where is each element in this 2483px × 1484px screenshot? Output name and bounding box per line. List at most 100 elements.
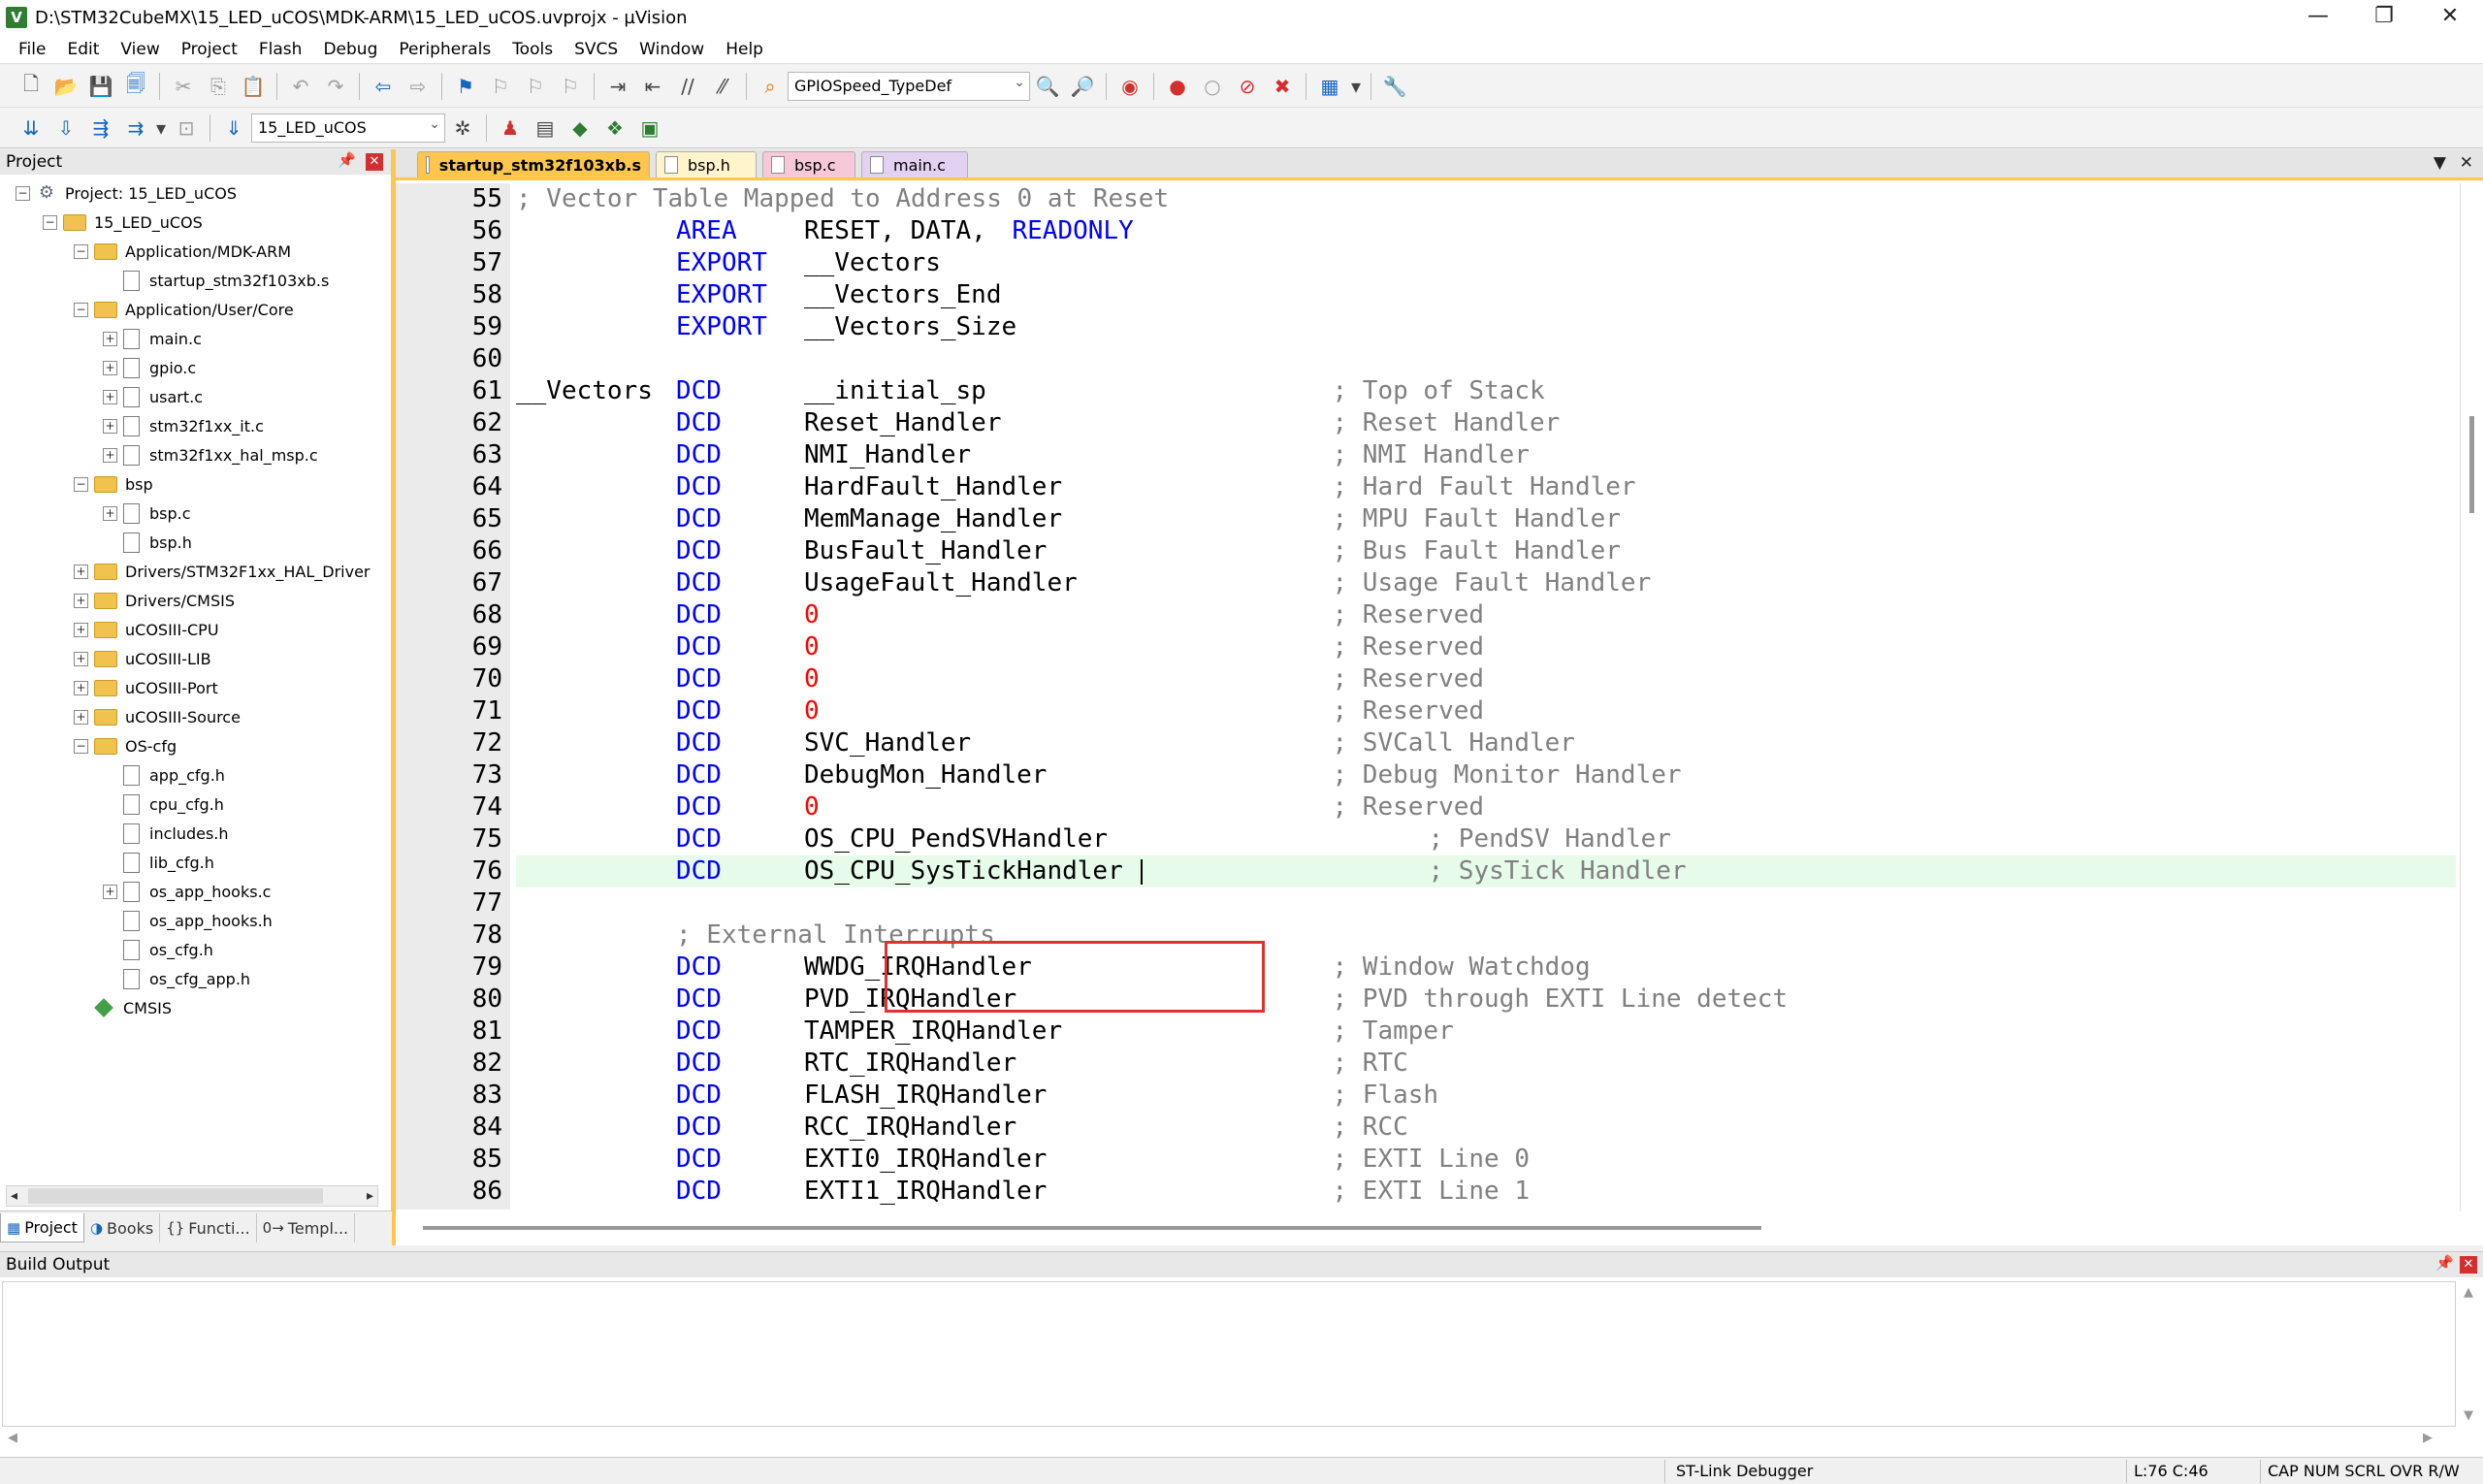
copy-icon[interactable]: ⎘ — [203, 71, 234, 102]
open-file-icon[interactable]: 📂 — [50, 71, 81, 102]
start-debug-icon[interactable]: ◉ — [1114, 71, 1145, 102]
expand-icon[interactable]: + — [103, 389, 117, 404]
tree-item[interactable]: − Application/User/Core — [74, 295, 294, 324]
expand-icon[interactable]: + — [74, 680, 88, 695]
code-line[interactable]: 67 DCD UsageFault_Handler ; Usage Fault Han… — [396, 567, 2456, 599]
editor-horizontal-scrollbar[interactable] — [423, 1222, 2450, 1234]
minimize-button[interactable]: — — [2285, 0, 2351, 35]
scroll-down-icon[interactable]: ▼ — [2464, 1408, 2473, 1423]
menu-tools[interactable]: Tools — [501, 40, 564, 59]
code-line[interactable]: 81 DCD TAMPER_IRQHandler ; Tamper — [396, 1016, 2456, 1048]
code-area[interactable]: 55 ; Vector Table Mapped to Address 0 at … — [396, 183, 2456, 1210]
tree-item[interactable]: + gpio.c — [103, 353, 196, 382]
download-icon[interactable]: ⇓ — [218, 113, 249, 144]
build-output-horizontal-scrollbar[interactable]: ◀ ▶ — [2, 1429, 2456, 1448]
collapse-icon[interactable]: − — [74, 243, 88, 259]
code-line[interactable]: 58 EXPORT __Vectors_End — [396, 279, 2456, 311]
tab-bsp-c[interactable]: bsp.c — [762, 151, 855, 177]
scroll-left-icon[interactable]: ◀ — [8, 1431, 17, 1445]
manage-project-items-icon[interactable]: ▤ — [530, 113, 561, 144]
build-output-vertical-scrollbar[interactable]: ▲ ▼ — [2458, 1281, 2481, 1427]
kill-all-breakpoints-icon[interactable]: ✖ — [1267, 71, 1298, 102]
code-line[interactable]: 80 DCD PVD_IRQHandler; PVD through EXTI Li… — [396, 984, 2456, 1016]
target-combo[interactable]: 15_LED_uCOS ⌄ — [251, 113, 445, 143]
unindent-icon[interactable]: ⇤ — [637, 71, 668, 102]
find-combo[interactable]: GPIOSpeed_TypeDef ⌄ — [788, 71, 1030, 101]
find-in-files-icon[interactable]: ⌕ — [755, 71, 786, 102]
stop-build-icon[interactable]: ⊡ — [171, 113, 202, 144]
code-line[interactable]: 69 DCD 0 ; Reserved — [396, 631, 2456, 663]
tab-main-c[interactable]: main.c — [861, 151, 968, 177]
undo-icon[interactable]: ↶ — [285, 71, 316, 102]
enable-breakpoint-icon[interactable]: ○ — [1197, 71, 1228, 102]
scrollbar-thumb[interactable] — [28, 1188, 323, 1204]
uncomment-icon[interactable]: ⁄⁄ — [707, 71, 738, 102]
code-line[interactable]: 77 — [396, 887, 2456, 919]
select-packs-icon[interactable]: ❖ — [599, 113, 630, 144]
close-window-button[interactable]: ✕ — [2417, 0, 2483, 35]
expand-icon[interactable]: + — [103, 447, 117, 463]
tab-books[interactable]: ◑ Books — [84, 1213, 161, 1242]
scroll-right-icon[interactable]: ▸ — [367, 1186, 373, 1206]
tree-item[interactable]: CMSIS — [74, 993, 172, 1022]
editor-vertical-scrollbar[interactable] — [2460, 183, 2483, 1211]
build-icon[interactable]: ⇩ — [50, 113, 81, 144]
code-line[interactable]: 84 DCD RCC_IRQHandler ; RCC — [396, 1112, 2456, 1144]
code-line[interactable]: 62 DCD Reset_Handler ; Reset Handler — [396, 407, 2456, 439]
tree-item[interactable]: os_app_hooks.h — [103, 906, 273, 935]
tab-startup-stm32f103xb-s[interactable]: startup_stm32f103xb.s — [417, 151, 650, 177]
code-line[interactable]: 55 ; Vector Table Mapped to Address 0 at … — [396, 183, 2456, 215]
code-line[interactable]: 71 DCD 0 ; Reserved — [396, 695, 2456, 727]
tree-item[interactable]: − 15_LED_uCOS — [43, 208, 203, 237]
code-line[interactable]: 65 DCD MemManage_Handler ; MPU Fault Handle… — [396, 503, 2456, 535]
code-line[interactable]: 57 EXPORT __Vectors — [396, 247, 2456, 279]
tab-bsp-h[interactable]: bsp.h — [656, 151, 757, 177]
collapse-icon[interactable]: − — [74, 302, 88, 317]
menu-debug[interactable]: Debug — [312, 40, 388, 59]
code-line[interactable]: 63 DCD NMI_Handler ; NMI Handler — [396, 439, 2456, 471]
chevron-down-icon[interactable]: ▾ — [1349, 71, 1363, 102]
tree-item[interactable]: + usart.c — [103, 382, 203, 411]
scrollbar-thumb[interactable] — [2469, 416, 2474, 513]
tab-project[interactable]: ▦ Project — [0, 1213, 84, 1242]
menu-svcs[interactable]: SVCS — [564, 40, 629, 59]
expand-icon[interactable]: + — [103, 360, 117, 375]
build-output-text[interactable] — [2, 1281, 2456, 1427]
expand-icon[interactable]: + — [74, 622, 88, 637]
tree-item[interactable]: + bsp.c — [103, 499, 191, 528]
paste-icon[interactable]: 📋 — [238, 71, 269, 102]
bookmark-prev-icon[interactable]: ⚐ — [485, 71, 516, 102]
chevron-down-icon[interactable]: ▾ — [155, 113, 167, 144]
scroll-up-icon[interactable]: ▲ — [2464, 1285, 2473, 1300]
close-icon[interactable]: ✕ — [2460, 1256, 2477, 1274]
tab-templates[interactable]: 0→ Templ... — [257, 1213, 356, 1242]
code-line[interactable]: 61 __Vectors DCD __initial_sp ; Top of Stack — [396, 375, 2456, 407]
find-icon[interactable]: 🔍 — [1032, 71, 1063, 102]
code-line[interactable]: 68 DCD 0 ; Reserved — [396, 599, 2456, 631]
collapse-icon[interactable]: − — [43, 214, 57, 230]
tree-item[interactable]: cpu_cfg.h — [103, 790, 224, 819]
code-line[interactable]: 78 ; External Interrupts — [396, 919, 2456, 952]
expand-icon[interactable]: + — [103, 418, 117, 434]
code-line[interactable]: 86 DCD EXTI1_IRQHandler ; EXTI Line 1 — [396, 1176, 2456, 1208]
scrollbar-thumb[interactable] — [423, 1226, 1761, 1230]
tree-item[interactable]: + uCOSIII-CPU — [74, 615, 219, 644]
code-line[interactable]: 60 — [396, 343, 2456, 375]
run-time-environment-icon[interactable]: ▣ — [634, 113, 665, 144]
incremental-find-icon[interactable]: 🔎 — [1067, 71, 1098, 102]
menu-flash[interactable]: Flash — [248, 40, 313, 59]
code-line[interactable]: 56 AREA RESET, DATA, READONLY — [396, 215, 2456, 247]
file-extensions-icon[interactable]: ♟ — [495, 113, 526, 144]
navigate-forward-icon[interactable]: ⇨ — [403, 71, 434, 102]
chevron-down-icon[interactable]: ⌄ — [429, 116, 440, 132]
code-line[interactable]: 66 DCD BusFault_Handler ; Bus Fault Handler — [396, 535, 2456, 567]
save-all-icon[interactable]: 🗐 — [120, 71, 151, 102]
bookmark-clear-icon[interactable]: ⚐ — [555, 71, 586, 102]
tree-item[interactable]: + os_app_hooks.c — [103, 877, 271, 906]
tab-functions[interactable]: {} Functi... — [160, 1213, 257, 1242]
redo-icon[interactable]: ↷ — [320, 71, 351, 102]
target-options-icon[interactable]: ✲ — [447, 113, 478, 144]
menu-window[interactable]: Window — [629, 40, 715, 59]
menu-edit[interactable]: Edit — [56, 40, 110, 59]
tree-item[interactable]: os_cfg_app.h — [103, 964, 250, 993]
